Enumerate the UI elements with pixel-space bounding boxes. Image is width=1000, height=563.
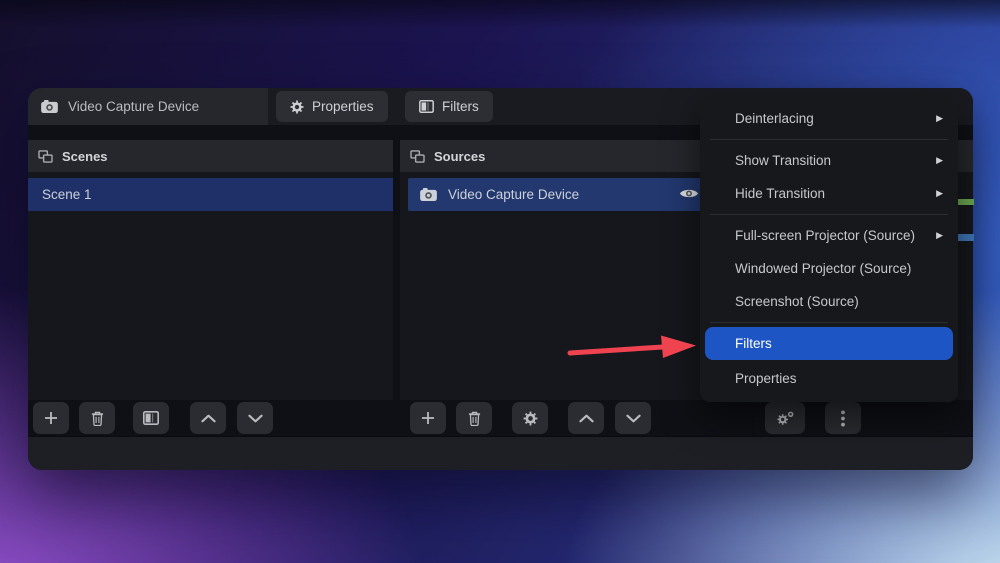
move-scene-up-button[interactable] (190, 402, 226, 434)
menu-item-deinterlacing[interactable]: Deinterlacing ▶ (700, 102, 958, 135)
toolbar-divider (753, 400, 754, 436)
menu-separator (710, 214, 948, 215)
move-source-up-button[interactable] (568, 402, 604, 434)
menu-item-show-transition[interactable]: Show Transition ▶ (700, 144, 958, 177)
menu-item-properties[interactable]: Properties (700, 362, 958, 395)
filters-button-label: Filters (442, 99, 479, 114)
scenes-panel-title: Scenes (62, 148, 108, 164)
gear-icon (290, 100, 304, 114)
visibility-eye-icon[interactable] (679, 186, 699, 201)
advanced-audio-gear-icon[interactable] (765, 402, 805, 434)
menu-item-filters[interactable]: Filters (705, 327, 953, 360)
submenu-arrow-icon: ▶ (936, 188, 943, 198)
scene-list-item[interactable]: Scene 1 (28, 178, 393, 211)
menu-item-windowed-projector[interactable]: Windowed Projector (Source) (700, 252, 958, 285)
source-item-label: Video Capture Device (448, 187, 580, 202)
source-properties-button[interactable] (512, 402, 548, 434)
scenes-panel-header: Scenes (28, 140, 393, 172)
scenes-icon (38, 149, 53, 163)
source-list-item[interactable]: Video Capture Device (408, 178, 745, 211)
camera-icon (420, 188, 437, 201)
move-source-down-button[interactable] (615, 402, 651, 434)
scenes-list: Scene 1 (28, 172, 393, 400)
remove-scene-button[interactable] (79, 402, 115, 434)
annotation-arrow (560, 328, 710, 368)
menu-separator (710, 139, 948, 140)
sources-panel-title: Sources (434, 148, 486, 164)
add-source-button[interactable] (410, 402, 446, 434)
sources-icon (410, 149, 425, 163)
filter-icon (419, 100, 434, 113)
window-footer (28, 436, 973, 470)
kebab-menu-icon[interactable] (825, 402, 861, 434)
scene-item-label: Scene 1 (42, 187, 92, 202)
meter-bar-blue (958, 234, 974, 241)
filters-button[interactable]: Filters (405, 91, 493, 122)
add-scene-button[interactable] (33, 402, 69, 434)
selected-source-chip: Video Capture Device (28, 88, 268, 125)
properties-button-label: Properties (312, 99, 374, 114)
remove-source-button[interactable] (456, 402, 492, 434)
scene-filters-button[interactable] (133, 402, 169, 434)
meter-bar-green (958, 199, 974, 205)
source-context-menu: Deinterlacing ▶ Show Transition ▶ Hide T… (700, 95, 958, 402)
properties-button[interactable]: Properties (276, 91, 388, 122)
menu-item-fullscreen-projector[interactable]: Full-screen Projector (Source) ▶ (700, 219, 958, 252)
camera-icon (41, 100, 58, 113)
menu-item-screenshot[interactable]: Screenshot (Source) (700, 285, 958, 318)
move-scene-down-button[interactable] (237, 402, 273, 434)
menu-item-hide-transition[interactable]: Hide Transition ▶ (700, 177, 958, 210)
selected-source-label: Video Capture Device (68, 99, 200, 114)
submenu-arrow-icon: ▶ (936, 113, 943, 123)
submenu-arrow-icon: ▶ (936, 155, 943, 165)
menu-separator (710, 322, 948, 323)
desktop-background: Video Capture Device Properties Filters … (0, 0, 1000, 563)
submenu-arrow-icon: ▶ (936, 230, 943, 240)
